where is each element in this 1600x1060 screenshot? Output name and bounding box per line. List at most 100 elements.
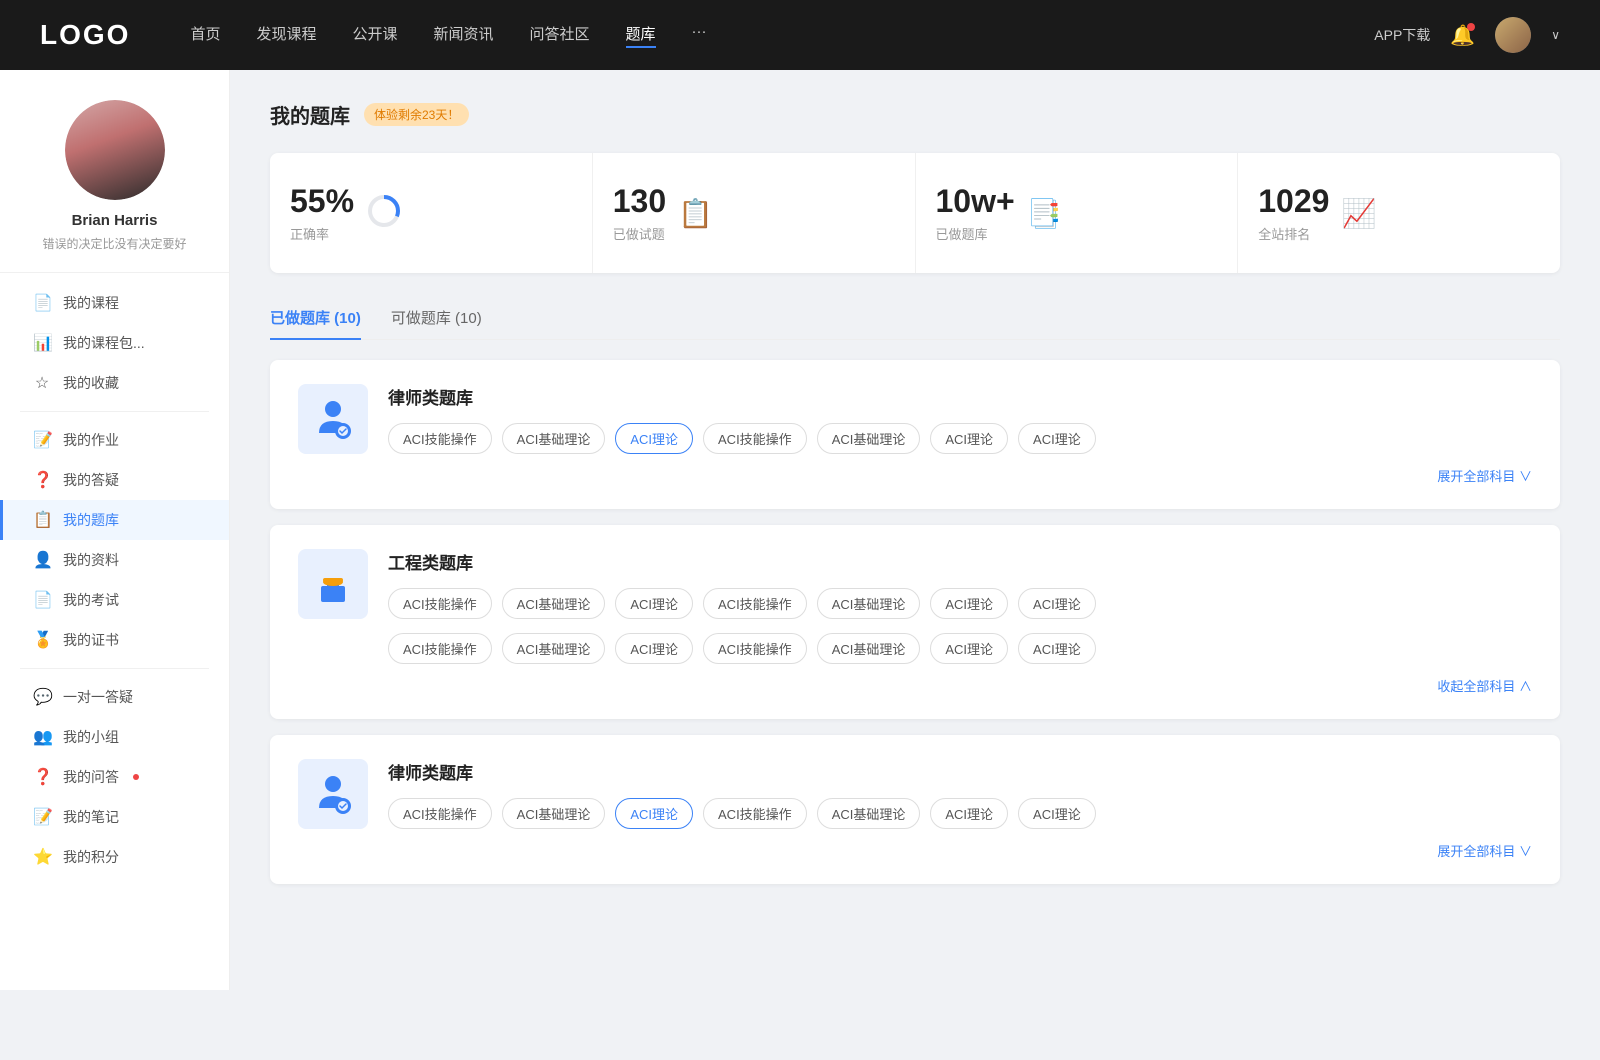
sidebar-label: 一对一答疑 [63, 687, 133, 707]
tag[interactable]: ACI基础理论 [502, 588, 606, 619]
done-questions-value: 130 [613, 183, 666, 220]
notification-bell[interactable]: 🔔 [1450, 23, 1475, 48]
sidebar-item-exam[interactable]: 📄 我的考试 [0, 580, 229, 620]
main-content: 我的题库 体验剩余23天！ 55% 正确率 130 [230, 70, 1600, 990]
tag[interactable]: ACI基础理论 [817, 423, 921, 454]
sidebar-item-group[interactable]: 👥 我的小组 [0, 717, 229, 757]
sidebar-label: 我的笔记 [63, 807, 119, 827]
homework-icon: 📝 [33, 430, 51, 450]
accuracy-value: 55% [290, 183, 354, 220]
sidebar-item-question-bank[interactable]: 📋 我的题库 [0, 500, 229, 540]
tag[interactable]: ACI技能操作 [388, 633, 492, 664]
nav-open-course[interactable]: 公开课 [352, 23, 397, 48]
tag[interactable]: ACI基础理论 [817, 588, 921, 619]
star-icon: ☆ [33, 373, 51, 393]
tag[interactable]: ACI理论 [615, 588, 693, 619]
page-title: 我的题库 [270, 100, 350, 129]
sidebar-item-points[interactable]: ⭐ 我的积分 [0, 837, 229, 877]
sidebar-item-my-qa[interactable]: ❓ 我的问答 [0, 757, 229, 797]
sidebar-item-one-on-one[interactable]: 💬 一对一答疑 [0, 677, 229, 717]
tab-done[interactable]: 已做题库 (10) [270, 297, 361, 340]
done-questions-icon: 📋 [678, 197, 713, 230]
notification-badge [1467, 23, 1475, 31]
sidebar-item-certificate[interactable]: 🏅 我的证书 [0, 620, 229, 660]
tag[interactable]: ACI技能操作 [703, 588, 807, 619]
sidebar-item-homework[interactable]: 📝 我的作业 [0, 420, 229, 460]
nav-news[interactable]: 新闻资讯 [434, 23, 494, 48]
rank-icon: 📈 [1341, 197, 1376, 230]
tag-active[interactable]: ACI理论 [615, 798, 693, 829]
tag[interactable]: ACI技能操作 [703, 423, 807, 454]
sidebar-item-course-package[interactable]: 📊 我的课程包... [0, 323, 229, 363]
tag[interactable]: ACI技能操作 [388, 798, 492, 829]
user-menu-chevron[interactable]: ∨ [1551, 28, 1560, 42]
expand-link-1[interactable]: 展开全部科目 ∨ [388, 466, 1532, 485]
done-banks-label: 已做题库 [936, 224, 1015, 243]
bank-icon-lawyer [298, 384, 368, 454]
tag[interactable]: ACI理论 [615, 633, 693, 664]
logo[interactable]: LOGO [40, 19, 130, 51]
tag[interactable]: ACI技能操作 [388, 423, 492, 454]
tag[interactable]: ACI基础理论 [502, 423, 606, 454]
tags-row-3: ACI技能操作 ACI基础理论 ACI理论 ACI技能操作 ACI基础理论 AC… [388, 798, 1532, 829]
tag[interactable]: ACI理论 [1018, 423, 1096, 454]
notes-icon: 📝 [33, 807, 51, 827]
tags-row-2b: ACI技能操作 ACI基础理论 ACI理论 ACI技能操作 ACI基础理论 AC… [388, 633, 1532, 664]
tag-active[interactable]: ACI理论 [615, 423, 693, 454]
tag[interactable]: ACI理论 [930, 588, 1008, 619]
nav-qa[interactable]: 问答社区 [530, 23, 590, 48]
sidebar-divider [20, 411, 209, 412]
bank-card-lawyer-2: 律师类题库 ACI技能操作 ACI基础理论 ACI理论 ACI技能操作 ACI基… [270, 735, 1560, 884]
profile-name: Brian Harris [72, 212, 158, 229]
course-pkg-icon: 📊 [33, 333, 51, 353]
sidebar-label: 我的考试 [63, 590, 119, 610]
bank-icon-engineer [298, 549, 368, 619]
sidebar-item-qa[interactable]: ❓ 我的答疑 [0, 460, 229, 500]
nav-discover[interactable]: 发现课程 [256, 23, 316, 48]
nav-home[interactable]: 首页 [190, 23, 220, 48]
tag[interactable]: ACI理论 [1018, 633, 1096, 664]
user-avatar-nav[interactable] [1495, 17, 1531, 53]
bank-name-2: 工程类题库 [388, 549, 1532, 574]
tag[interactable]: ACI理论 [1018, 798, 1096, 829]
tag[interactable]: ACI基础理论 [502, 798, 606, 829]
sidebar-label: 我的证书 [63, 630, 119, 650]
nav-more[interactable]: ··· [692, 23, 707, 48]
sidebar-item-profile[interactable]: 👤 我的资料 [0, 540, 229, 580]
sidebar-label: 我的作业 [63, 430, 119, 450]
tag[interactable]: ACI基础理论 [817, 633, 921, 664]
exam-icon: 📄 [33, 590, 51, 610]
my-qa-icon: ❓ [33, 767, 51, 787]
sidebar-item-my-course[interactable]: 📄 我的课程 [0, 283, 229, 323]
expand-link-3[interactable]: 展开全部科目 ∨ [388, 841, 1532, 860]
collapse-link-2[interactable]: 收起全部科目 ∧ [388, 676, 1532, 695]
tag[interactable]: ACI基础理论 [502, 633, 606, 664]
nav-question-bank[interactable]: 题库 [626, 23, 656, 48]
tag[interactable]: ACI理论 [930, 798, 1008, 829]
avatar[interactable] [65, 100, 165, 200]
tag[interactable]: ACI理论 [930, 633, 1008, 664]
sidebar: Brian Harris 错误的决定比没有决定要好 📄 我的课程 📊 我的课程包… [0, 70, 230, 990]
tag[interactable]: ACI技能操作 [388, 588, 492, 619]
tag[interactable]: ACI基础理论 [817, 798, 921, 829]
tabs: 已做题库 (10) 可做题库 (10) [270, 297, 1560, 340]
tag[interactable]: ACI技能操作 [703, 633, 807, 664]
cert-icon: 🏅 [33, 630, 51, 650]
tag[interactable]: ACI技能操作 [703, 798, 807, 829]
sidebar-label: 我的答疑 [63, 470, 119, 490]
profile-section: Brian Harris 错误的决定比没有决定要好 [0, 100, 229, 273]
bank-card-header: 律师类题库 ACI技能操作 ACI基础理论 ACI理论 ACI技能操作 ACI基… [298, 759, 1532, 860]
tags-row-2a: ACI技能操作 ACI基础理论 ACI理论 ACI技能操作 ACI基础理论 AC… [388, 588, 1532, 619]
engineer-icon [309, 560, 357, 608]
page-header: 我的题库 体验剩余23天！ [270, 100, 1560, 129]
tab-available[interactable]: 可做题库 (10) [391, 297, 482, 340]
stat-rank: 1029 全站排名 📈 [1238, 153, 1560, 273]
sidebar-item-favorites[interactable]: ☆ 我的收藏 [0, 363, 229, 403]
tag[interactable]: ACI理论 [930, 423, 1008, 454]
sidebar-label: 我的课程包... [63, 333, 145, 353]
sidebar-label: 我的收藏 [63, 373, 119, 393]
app-download-link[interactable]: APP下载 [1374, 25, 1430, 45]
sidebar-item-notes[interactable]: 📝 我的笔记 [0, 797, 229, 837]
tag[interactable]: ACI理论 [1018, 588, 1096, 619]
avatar-image [65, 100, 165, 200]
